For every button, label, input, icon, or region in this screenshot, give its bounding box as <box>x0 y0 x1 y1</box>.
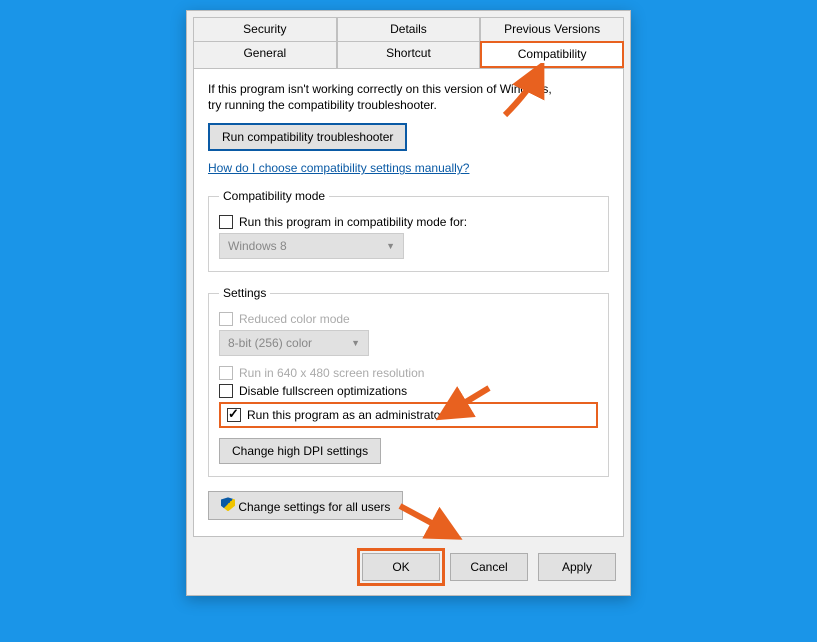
cancel-button[interactable]: Cancel <box>450 553 528 581</box>
dialog-buttons: OK Cancel Apply <box>187 543 630 595</box>
run-troubleshooter-button[interactable]: Run compatibility troubleshooter <box>208 123 407 151</box>
compat-mode-label: Run this program in compatibility mode f… <box>239 215 467 229</box>
reduced-color-checkbox <box>219 312 233 326</box>
shield-icon <box>221 497 235 511</box>
low-res-label: Run in 640 x 480 screen resolution <box>239 366 424 380</box>
tab-compatibility[interactable]: Compatibility <box>480 41 624 68</box>
tab-security[interactable]: Security <box>193 17 337 41</box>
tab-shortcut[interactable]: Shortcut <box>337 41 481 68</box>
intro-line1: If this program isn't working correctly … <box>208 82 552 96</box>
run-as-admin-checkbox[interactable] <box>227 408 241 422</box>
high-dpi-button[interactable]: Change high DPI settings <box>219 438 381 464</box>
color-depth-value: 8-bit (256) color <box>228 336 312 350</box>
intro-text: If this program isn't working correctly … <box>208 81 609 113</box>
tab-general[interactable]: General <box>193 41 337 68</box>
tab-previous-versions[interactable]: Previous Versions <box>480 17 624 41</box>
apply-button[interactable]: Apply <box>538 553 616 581</box>
compat-mode-select: Windows 8 ▼ <box>219 233 404 259</box>
chevron-down-icon: ▼ <box>351 338 360 348</box>
settings-group: Settings Reduced color mode 8-bit (256) … <box>208 286 609 477</box>
all-users-label: Change settings for all users <box>238 500 390 514</box>
compat-mode-checkbox[interactable] <box>219 215 233 229</box>
disable-fullscreen-checkbox[interactable] <box>219 384 233 398</box>
settings-legend: Settings <box>219 286 270 300</box>
compatibility-mode-group: Compatibility mode Run this program in c… <box>208 189 609 272</box>
tab-details[interactable]: Details <box>337 17 481 41</box>
ok-button[interactable]: OK <box>362 553 440 581</box>
disable-fullscreen-label: Disable fullscreen optimizations <box>239 384 407 398</box>
tab-strip: Security Details Previous Versions Gener… <box>193 17 624 68</box>
properties-dialog: Security Details Previous Versions Gener… <box>186 10 631 596</box>
intro-line2: try running the compatibility troublesho… <box>208 98 437 112</box>
color-depth-select: 8-bit (256) color ▼ <box>219 330 369 356</box>
compat-mode-value: Windows 8 <box>228 239 287 253</box>
help-link[interactable]: How do I choose compatibility settings m… <box>208 161 469 175</box>
chevron-down-icon: ▼ <box>386 241 395 251</box>
compatibility-panel: If this program isn't working correctly … <box>193 68 624 537</box>
run-as-admin-label: Run this program as an administrator <box>247 408 444 422</box>
compatibility-mode-legend: Compatibility mode <box>219 189 329 203</box>
reduced-color-label: Reduced color mode <box>239 312 350 326</box>
low-res-checkbox <box>219 366 233 380</box>
all-users-button[interactable]: Change settings for all users <box>208 491 403 520</box>
